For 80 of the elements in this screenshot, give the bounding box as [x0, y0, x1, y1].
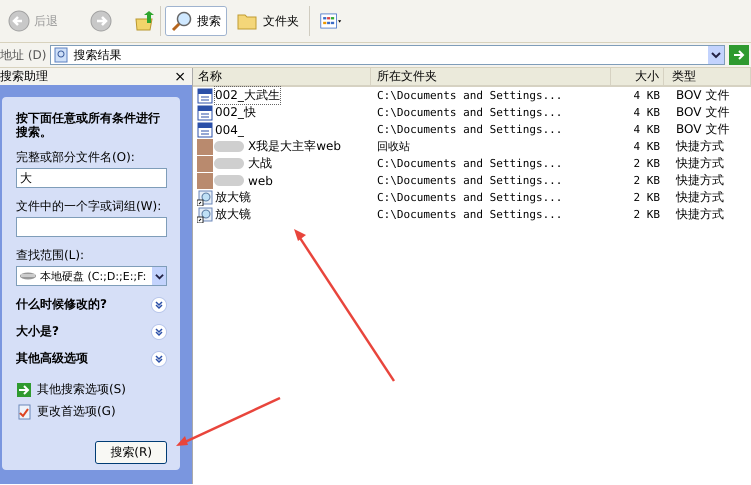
column-header[interactable]: 类型 — [664, 68, 751, 85]
column-header[interactable]: 名称 — [193, 68, 371, 85]
address-label: 地址 (D) — [0, 46, 46, 64]
file-name[interactable]: 002_快 — [214, 103, 257, 122]
column-header[interactable]: 大小 — [611, 68, 664, 85]
expand-chevron-icon[interactable] — [151, 296, 167, 312]
table-cell-text: 回收站 — [376, 139, 411, 154]
chevron-down-icon — [154, 272, 164, 280]
table-cell-text: 2 KB — [632, 157, 661, 170]
file-icon — [197, 88, 213, 104]
chevron-down-icon — [711, 50, 721, 60]
blurred-icon — [197, 138, 213, 154]
field-label: 查找范围(L): — [16, 247, 86, 264]
dropdown-button[interactable] — [708, 46, 724, 64]
file-name[interactable]: 004_ — [214, 122, 245, 138]
file-icon — [197, 104, 213, 120]
table-cell-text: C:\Documents and Settings... — [376, 208, 564, 221]
magnifier-shortcut-icon — [197, 206, 213, 222]
field-label: 文件中的一个字或词组(W): — [16, 198, 162, 215]
file-name[interactable]: 002_大武生 — [214, 86, 281, 105]
table-cell-text: 2 KB — [632, 208, 661, 221]
folder-up-icon[interactable] — [134, 10, 156, 32]
blur-patch — [214, 141, 244, 152]
option-link[interactable]: 其他搜索选项(S) — [37, 381, 126, 398]
table-cell-text: 快捷方式 — [674, 138, 725, 155]
scope-dropdown[interactable]: 本地硬盘 (C:;D:;E:;F: — [16, 266, 167, 286]
table-cell-text: C:\Documents and Settings... — [376, 157, 564, 170]
checked-page-icon — [16, 404, 32, 420]
table-cell-text: C:\Documents and Settings... — [376, 123, 564, 136]
table-cell-text: C:\Documents and Settings... — [376, 89, 564, 102]
file-name[interactable]: 放大镜 — [214, 205, 252, 224]
table-cell-text: BOV 文件 — [675, 87, 730, 104]
go-button[interactable] — [729, 45, 749, 65]
file-icon — [197, 122, 213, 138]
table-cell-text: 快捷方式 — [674, 189, 725, 206]
table-cell-text: 4 KB — [632, 106, 661, 119]
table-cell-text: C:\Documents and Settings... — [376, 191, 564, 204]
table-cell-text: 2 KB — [632, 174, 661, 187]
blurred-icon — [197, 172, 213, 188]
section-heading[interactable]: 什么时候修改的? — [16, 296, 107, 313]
expand-chevron-icon[interactable] — [151, 350, 167, 366]
input-field[interactable]: 大 — [16, 168, 167, 188]
table-cell-text: C:\Documents and Settings... — [376, 174, 564, 187]
table-cell-text: 2 KB — [632, 191, 661, 204]
table-cell-text: 快捷方式 — [674, 172, 725, 189]
table-cell-text: 快捷方式 — [674, 206, 725, 223]
blur-patch — [214, 158, 244, 169]
file-name[interactable]: X我是大主宰web — [247, 137, 342, 156]
drive-icon — [19, 271, 37, 281]
section-heading[interactable]: 其他高级选项 — [16, 350, 88, 367]
field-label: 完整或部分文件名(O): — [16, 149, 136, 166]
expand-chevron-icon[interactable] — [151, 324, 167, 340]
table-cell-text: C:\Documents and Settings... — [376, 106, 564, 119]
search-button[interactable]: 搜索(R) — [95, 441, 167, 464]
magnifier-shortcut-icon — [197, 190, 213, 206]
magnifier-icon — [171, 10, 193, 32]
folders-button[interactable]: 文件夹 — [231, 6, 305, 36]
file-name[interactable]: 大战 — [247, 154, 273, 173]
option-link[interactable]: 更改首选项(G) — [37, 403, 116, 420]
table-cell-text: BOV 文件 — [675, 121, 730, 138]
table-cell-text: 快捷方式 — [674, 155, 725, 172]
file-name[interactable]: web — [247, 172, 274, 188]
blurred-icon — [197, 156, 213, 172]
table-cell-text: 4 KB — [632, 123, 661, 136]
input-field[interactable] — [16, 217, 167, 237]
address-field[interactable]: 搜索结果 — [50, 45, 725, 65]
close-button[interactable]: × — [174, 68, 186, 84]
arrow-icon — [733, 49, 745, 61]
column-header[interactable]: 所在文件夹 — [371, 68, 611, 85]
intro-text: 按下面任意或所有条件进行搜索。 — [16, 111, 161, 139]
section-heading[interactable]: 大小是? — [16, 323, 59, 340]
search-page-icon — [53, 47, 70, 63]
search-button[interactable]: 搜索 — [165, 6, 227, 36]
table-cell-text: BOV 文件 — [675, 104, 730, 121]
table-cell-text: 4 KB — [632, 140, 661, 153]
table-cell-text: 4 KB — [632, 89, 661, 102]
arrow-icon — [16, 382, 32, 398]
pane-title: 搜索助理 — [0, 68, 48, 85]
blur-patch — [214, 175, 244, 186]
file-name[interactable]: 放大镜 — [214, 188, 252, 207]
